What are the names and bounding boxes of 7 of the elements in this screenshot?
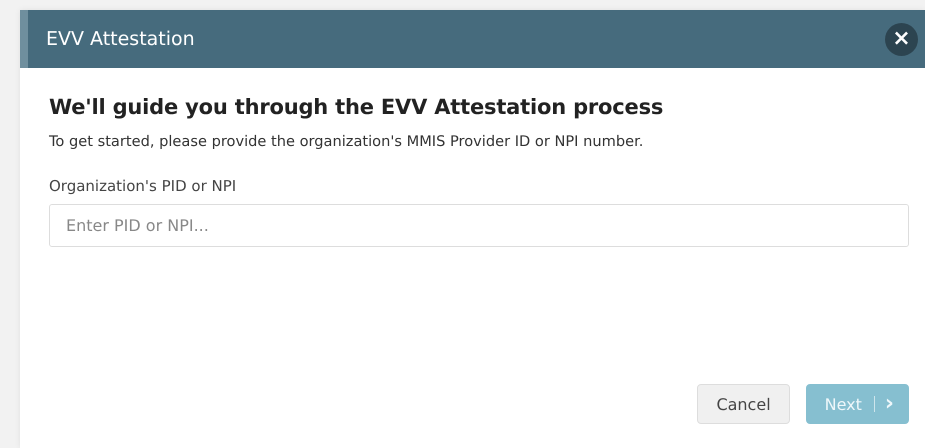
heading: We'll guide you through the EVV Attestation process xyxy=(49,95,664,119)
cancel-button[interactable]: Cancel xyxy=(697,384,790,424)
close-button[interactable]: × xyxy=(885,22,918,56)
pid-input-field[interactable]: Enter PID or NPI... xyxy=(49,204,909,247)
field-label: Organization's PID or NPI xyxy=(49,177,238,195)
intro-text: To get started, please provide the organization's MMIS Provider ID or NPI number. xyxy=(49,133,644,150)
dialog-title: EVV Attestation xyxy=(46,28,195,50)
